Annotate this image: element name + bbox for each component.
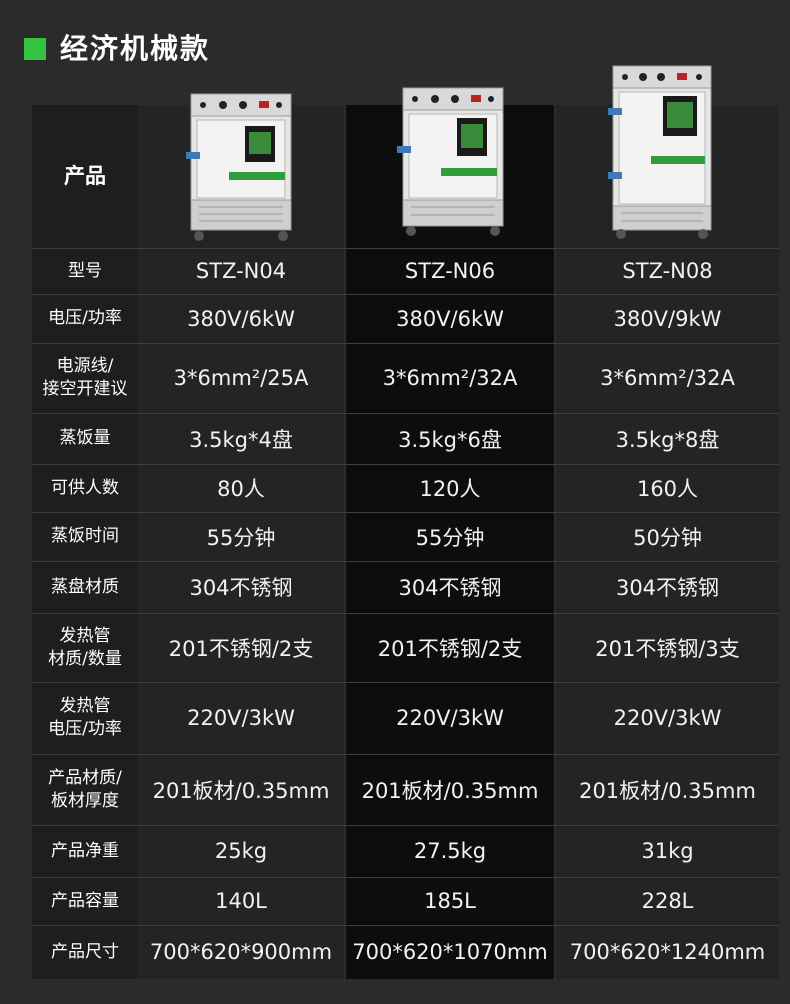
row-label: 蒸饭时间 — [51, 526, 119, 546]
row-label: 发热管 材质/数量 — [48, 625, 122, 669]
spec-value-cell: 201板材/0.35mm — [361, 778, 539, 803]
spec-value-cell: 228L — [641, 889, 694, 913]
spec-value-cell: 201不锈钢/2支 — [377, 636, 523, 661]
spec-value-cell: 3.5kg*8盘 — [615, 427, 720, 452]
row-label: 电源线/ 接空开建议 — [42, 356, 128, 399]
title-marker-icon — [24, 38, 46, 60]
spec-value-cell: 25kg — [214, 839, 268, 863]
spec-value-cell: 380V/9kW — [613, 306, 722, 331]
spec-value-cell: 700*620*1240mm — [569, 940, 766, 964]
spec-value-cell: 220V/3kW — [396, 706, 504, 730]
spec-value-cell: 3.5kg*6盘 — [398, 427, 502, 452]
row-label: 发热管 电压/功率 — [48, 696, 122, 739]
spec-value-cell: 80人 — [217, 477, 265, 501]
spec-value-cell: STZ-N04 — [195, 259, 287, 283]
row-label: 蒸盘材质 — [51, 576, 119, 597]
row-label: 可供人数 — [51, 477, 119, 498]
spec-value-cell: 380V/6kW — [187, 306, 295, 331]
row-label: 电压/功率 — [48, 308, 122, 328]
row-label: 产品材质/ 板材厚度 — [48, 767, 122, 811]
spec-value-cell: 3*6mm²/32A — [600, 366, 735, 390]
spec-value-cell: 3.5kg*4盘 — [189, 427, 293, 452]
spec-value-cell: 201不锈钢/2支 — [168, 636, 314, 661]
spec-value-cell: 304不锈钢 — [398, 576, 502, 600]
row-label: 产品容量 — [51, 890, 119, 911]
spec-value-cell: 304不锈钢 — [189, 576, 293, 600]
spec-value-cell: 220V/3kW — [187, 706, 295, 730]
steamer-cabinet-image — [397, 87, 504, 236]
spec-value-cell: 380V/6kW — [396, 306, 504, 331]
row-label: 蒸饭量 — [59, 428, 111, 448]
spec-value-cell: 201板材/0.35mm — [579, 778, 756, 803]
spec-value-cell: 3*6mm²/25A — [173, 366, 309, 390]
spec-value-cell: 201不锈钢/3支 — [595, 636, 740, 661]
page-title: 经济机械款 — [60, 32, 211, 65]
spec-value-cell: 31kg — [641, 839, 694, 863]
spec-value-cell: 140L — [215, 889, 267, 913]
spec-value-cell: 201板材/0.35mm — [152, 778, 330, 803]
spec-value-cell: 700*620*900mm — [149, 940, 333, 964]
spec-value-cell: 55分钟 — [415, 525, 485, 550]
spec-value-cell: 55分钟 — [206, 525, 276, 550]
spec-value-cell: STZ-N06 — [404, 259, 496, 283]
spec-value-cell: 160人 — [636, 477, 699, 501]
spec-value-cell: STZ-N08 — [622, 259, 713, 283]
spec-value-cell: 220V/3kW — [613, 706, 722, 730]
steamer-cabinet-image — [608, 65, 712, 239]
product-row-label: 产品 — [64, 164, 106, 188]
row-label: 产品尺寸 — [51, 941, 119, 962]
spec-value-cell: 185L — [424, 889, 476, 913]
spec-value-cell: 700*620*1070mm — [352, 940, 548, 964]
spec-value-cell: 304不锈钢 — [615, 576, 720, 600]
spec-value-cell: 50分钟 — [633, 525, 702, 550]
spec-value-cell: 27.5kg — [413, 839, 487, 863]
steamer-cabinet-image — [186, 93, 292, 241]
spec-value-cell: 3*6mm²/32A — [382, 366, 518, 390]
spec-value-cell: 120人 — [419, 477, 481, 501]
row-label: 型号 — [68, 260, 102, 281]
row-label: 产品净重 — [51, 840, 119, 861]
